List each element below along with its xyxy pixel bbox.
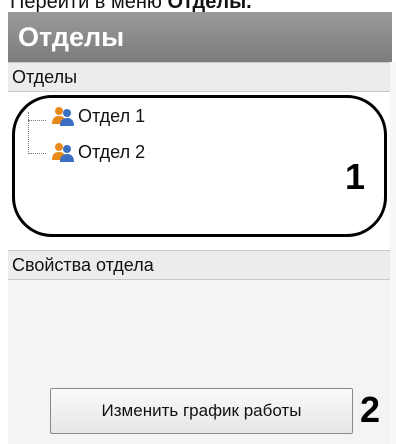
change-schedule-button[interactable]: Изменить график работы <box>50 388 353 434</box>
callout-outline <box>12 95 387 237</box>
callout-number-1: 1 <box>345 156 366 197</box>
callout-number-2: 2 <box>360 389 381 430</box>
properties-section-header[interactable]: Свойства отдела <box>8 250 396 280</box>
panel-title: Отделы <box>8 12 392 62</box>
menu-hint: Перейти в меню Отделы. <box>10 0 252 12</box>
panel-edge <box>390 62 396 444</box>
departments-section-header[interactable]: Отделы <box>8 62 396 92</box>
